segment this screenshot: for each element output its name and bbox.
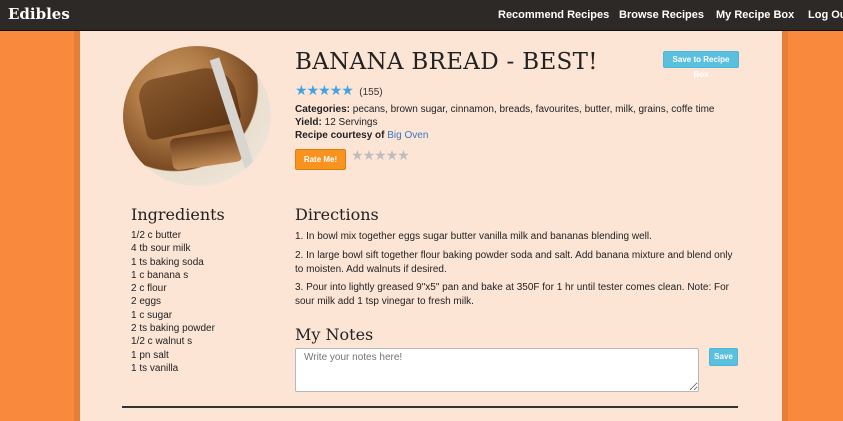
recipe-panel: BANANA BREAD - BEST! Save to Recipe Box … (80, 31, 782, 421)
save-notes-button[interactable]: Save (709, 348, 738, 366)
list-item: 1 ts baking soda (131, 256, 204, 268)
top-navbar: Edibles Recommend Recipes Browse Recipes… (0, 0, 843, 31)
yield-line: Yield: 12 Servings (295, 117, 377, 128)
list-item: 2 eggs (131, 296, 162, 308)
rating-stars: ★★★★★ (155) (295, 82, 383, 100)
yield-label: Yield: (295, 117, 322, 128)
direction-step: 3. Pour into lightly greased 9"x5" pan a… (295, 282, 730, 307)
list-item: 2 ts baking powder (131, 323, 215, 335)
list-item: 1 ts vanilla (131, 362, 179, 374)
notes-textarea[interactable] (295, 348, 699, 392)
rate-stars-input[interactable]: ★★★★★ (351, 147, 410, 165)
direction-step: 1. In bowl mix together eggs sugar butte… (295, 231, 652, 242)
recipe-title: BANANA BREAD - BEST! (295, 49, 598, 75)
section-divider (122, 406, 738, 408)
categories-label: Categories: (295, 104, 351, 115)
star-outline-icon[interactable]: ★ (397, 147, 410, 163)
slice-shape (169, 129, 243, 171)
list-item: 2 c flour (131, 283, 167, 295)
nav-browse-recipes[interactable]: Browse Recipes (619, 9, 704, 21)
list-item: 1 c banana s (131, 269, 189, 281)
star-outline-icon[interactable]: ★ (374, 147, 387, 163)
nav-recommend-recipes[interactable]: Recommend Recipes (498, 9, 609, 21)
list-item: 1 c sugar (131, 309, 173, 321)
star-icon: ★ (318, 82, 331, 98)
categories-line: Categories: pecans, brown sugar, cinnamo… (295, 104, 714, 115)
list-item: 1 pn salt (131, 349, 169, 361)
recipe-photo (123, 46, 271, 186)
panel-shadow-right (782, 30, 788, 421)
notes-heading: My Notes (295, 325, 374, 344)
nav-log-out[interactable]: Log Out (808, 9, 843, 21)
courtesy-line: Recipe courtesy of Big Oven (295, 130, 428, 141)
directions-heading: Directions (295, 205, 379, 224)
save-to-recipe-box-button[interactable]: Save to Recipe Box (663, 51, 739, 79)
list-item: 4 tb sour milk (131, 243, 191, 255)
ingredients-heading: Ingredients (131, 205, 225, 224)
star-icon: ★ (295, 82, 308, 98)
nav-my-recipe-box[interactable]: My Recipe Box (716, 9, 794, 21)
list-item: 1/2 c walnut s (131, 336, 193, 348)
ingredients-list: 1/2 c butter 4 tb sour milk 1 ts baking … (131, 229, 215, 375)
direction-step: 2. In large bowl sift together flour bak… (295, 250, 733, 275)
courtesy-link[interactable]: Big Oven (387, 130, 428, 141)
star-icon: ★ (341, 82, 354, 98)
star-outline-icon[interactable]: ★ (351, 147, 364, 163)
rate-me-button[interactable]: Rate Me! (295, 149, 346, 170)
rating-count: (155) (359, 87, 383, 98)
categories-value: pecans, brown sugar, cinnamon, breads, f… (352, 104, 715, 115)
list-item: 1/2 c butter (131, 230, 182, 241)
courtesy-label: Recipe courtesy of (295, 130, 385, 141)
yield-value: 12 Servings (324, 117, 378, 128)
brand-logo[interactable]: Edibles (8, 5, 70, 23)
